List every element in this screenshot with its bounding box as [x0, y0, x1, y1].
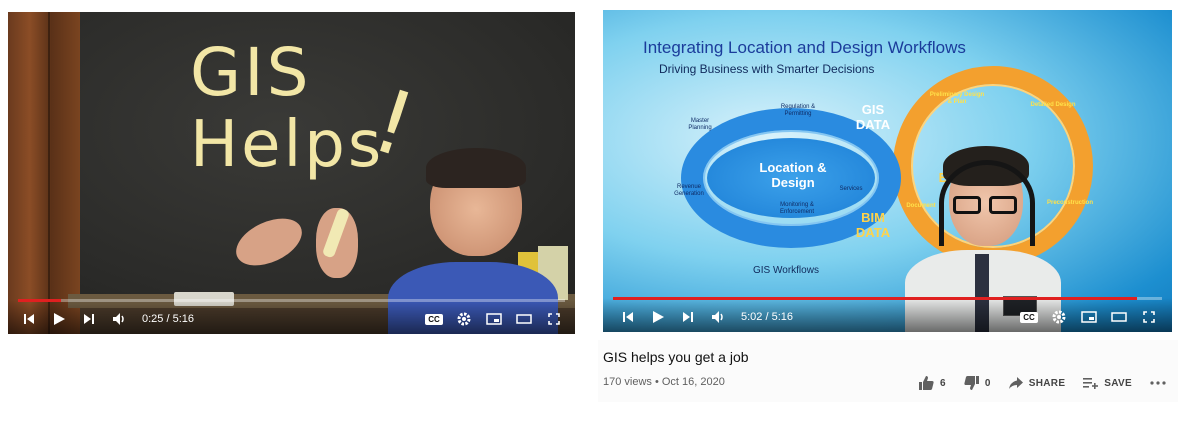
subtitles-button[interactable]: CC — [419, 304, 449, 334]
thumbs-down-icon — [964, 376, 979, 390]
miniplayer-icon — [1081, 311, 1097, 323]
fullscreen-icon — [548, 313, 560, 325]
miniplayer-icon — [486, 313, 502, 325]
settings-button[interactable] — [449, 304, 479, 334]
label-regulation: Regulation & Permitting — [780, 104, 816, 117]
label-master-planning: Master Planning — [688, 118, 712, 131]
more-button[interactable] — [1150, 381, 1166, 385]
settings-icon — [1052, 310, 1066, 324]
video-stats: 170 views • Oct 16, 2020 — [603, 376, 725, 388]
chalk-text-helps: Helps — [190, 108, 385, 182]
next-icon — [683, 312, 693, 322]
presenter-hair — [426, 148, 526, 188]
label-services: Services — [839, 186, 863, 192]
save-button[interactable]: SAVE — [1083, 377, 1132, 389]
miniplayer-button[interactable] — [1074, 302, 1104, 332]
fullscreen-button[interactable] — [539, 304, 569, 334]
theater-icon — [1111, 312, 1127, 322]
play-button[interactable] — [643, 302, 673, 332]
progress-played — [18, 299, 62, 302]
play-icon — [653, 311, 664, 323]
share-label: SHARE — [1028, 377, 1066, 389]
share-button[interactable]: SHARE — [1008, 377, 1066, 389]
cc-icon: CC — [1020, 311, 1038, 323]
chalk-text-gis: GIS — [190, 34, 312, 111]
wood-frame — [8, 12, 80, 334]
next-button[interactable] — [673, 302, 703, 332]
progress-played — [613, 297, 1138, 300]
time-display: 0:25 / 5:16 — [142, 313, 194, 325]
play-button[interactable] — [44, 304, 74, 334]
play-icon — [54, 313, 65, 325]
dislike-count: 0 — [984, 377, 991, 389]
control-row: 5:02 / 5:16 CC — [603, 302, 1172, 332]
thumbs-up-icon — [919, 376, 934, 390]
settings-icon — [457, 312, 471, 326]
label-monitoring: Monitoring & Enforcement — [779, 202, 815, 215]
prev-icon — [623, 312, 633, 322]
next-icon — [84, 314, 94, 324]
label-detailed: Detailed Design — [1030, 102, 1076, 108]
prev-button[interactable] — [14, 304, 44, 334]
video-player-left[interactable]: GIS Helps ! 0:25 / 5:16 CC — [8, 12, 575, 334]
dislike-button[interactable]: 0 — [964, 376, 991, 390]
slide-workflows-caption: GIS Workflows — [753, 265, 819, 276]
miniplayer-button[interactable] — [479, 304, 509, 334]
theater-icon — [516, 314, 532, 324]
like-button[interactable]: 6 — [919, 376, 946, 390]
label-preliminary: Preliminary Design & Plan — [929, 92, 985, 105]
slide-subtitle: Driving Business with Smarter Decisions — [659, 62, 875, 76]
volume-button[interactable] — [703, 302, 733, 332]
theater-button[interactable] — [509, 304, 539, 334]
volume-icon — [113, 313, 124, 325]
prev-icon — [24, 314, 34, 324]
fullscreen-button[interactable] — [1134, 302, 1164, 332]
volume-icon — [712, 311, 723, 323]
slide-center-label: Location & Design — [759, 160, 827, 190]
progress-bar[interactable] — [18, 299, 565, 302]
next-button[interactable] — [74, 304, 104, 334]
theater-button[interactable] — [1104, 302, 1134, 332]
save-playlist-icon — [1083, 378, 1099, 389]
time-display: 5:02 / 5:16 — [741, 311, 793, 323]
label-revenue: Revenue Generation — [674, 184, 704, 197]
subtitles-button[interactable]: CC — [1014, 302, 1044, 332]
volume-button[interactable] — [104, 304, 134, 334]
glasses — [953, 196, 1021, 214]
video-player-right[interactable]: Integrating Location and Design Workflow… — [603, 10, 1172, 332]
share-icon — [1008, 377, 1023, 389]
like-count: 6 — [940, 377, 946, 389]
video-meta: GIS helps you get a job 170 views • Oct … — [598, 340, 1178, 402]
save-label: SAVE — [1104, 377, 1132, 389]
slide-gis-data: GIS DATA — [855, 102, 891, 132]
prev-button[interactable] — [613, 302, 643, 332]
video-title: GIS helps you get a job — [603, 349, 749, 365]
settings-button[interactable] — [1044, 302, 1074, 332]
slide-bim-data: BIM DATA — [855, 210, 891, 240]
fullscreen-icon — [1143, 311, 1155, 323]
cc-icon: CC — [425, 313, 443, 325]
video-actions: 6 0 SHARE SAVE — [901, 376, 1166, 390]
progress-bar[interactable] — [613, 297, 1162, 300]
control-row: 0:25 / 5:16 CC — [8, 304, 575, 334]
slide-title: Integrating Location and Design Workflow… — [643, 38, 966, 57]
more-icon — [1150, 381, 1166, 385]
